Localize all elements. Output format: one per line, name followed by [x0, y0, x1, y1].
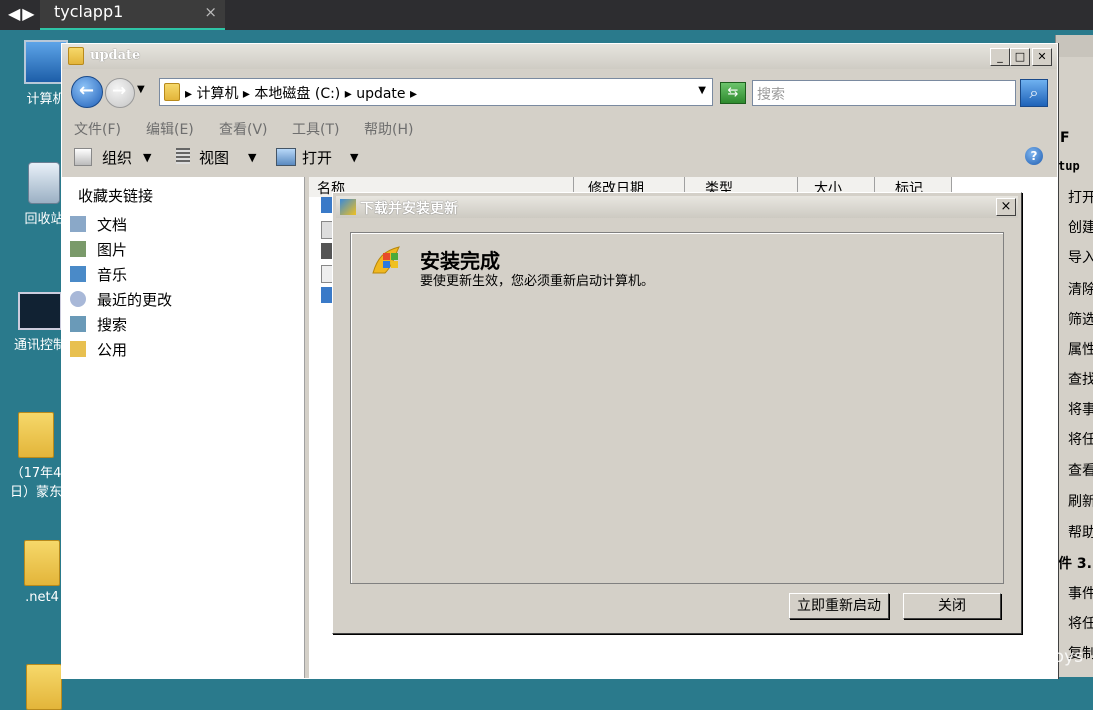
dialog-close-icon[interactable]: × [996, 198, 1016, 216]
tab-title: tyclapp1 [54, 2, 124, 21]
desktop-icon-label: .net4 [25, 590, 59, 605]
folder-icon [18, 412, 54, 458]
search-placeholder: 搜索 [757, 87, 785, 103]
menu-tools[interactable]: 工具(T) [292, 119, 339, 139]
background-window-titlebar [1056, 35, 1093, 57]
recent-changes-icon [70, 291, 86, 307]
tab-close-icon[interactable]: × [204, 3, 217, 21]
dialog-title: 下载并安装更新 [360, 201, 458, 217]
breadcrumb[interactable]: ▸ 计算机 ▸ 本地磁盘 (C:) ▸ update ▸ [185, 83, 417, 103]
close-button[interactable]: ✕ [1032, 48, 1052, 66]
refresh-icon[interactable]: ⇆ [720, 82, 746, 104]
monitor-icon [18, 292, 62, 330]
nav-item-public[interactable]: 公用 [97, 339, 127, 360]
bg-item: 件 3. [1058, 556, 1092, 572]
bg-item[interactable]: 刷新 [1068, 491, 1093, 511]
bg-item[interactable]: 属性 [1068, 339, 1093, 359]
back-button[interactable]: ← [71, 76, 103, 108]
help-icon[interactable]: ? [1025, 147, 1043, 165]
folder-icon [70, 341, 86, 357]
dialog-titlebar[interactable]: 下载并安装更新 × [336, 196, 1018, 218]
bg-item[interactable]: 清除 [1068, 279, 1093, 299]
pictures-icon [70, 241, 86, 257]
menu-edit[interactable]: 编辑(E) [146, 119, 194, 139]
favorites-heading: 收藏夹链接 [78, 187, 154, 205]
documents-icon [70, 216, 86, 232]
dialog-message: 要使更新生效，您必须重新启动计算机。 [420, 274, 655, 289]
bg-item: tup [1058, 159, 1080, 173]
watermark: CSDN @正在努力的boys [887, 647, 1083, 667]
open-icon [276, 148, 296, 166]
folder-icon [164, 83, 180, 101]
bg-item[interactable]: 将事 [1068, 399, 1093, 419]
arrow-left-icon: ← [79, 80, 95, 101]
nav-item-search[interactable]: 搜索 [97, 314, 127, 335]
bg-item[interactable]: 查看 [1068, 460, 1093, 480]
menu-file[interactable]: 文件(F) [74, 119, 121, 139]
recycle-bin-icon [28, 162, 60, 204]
navigation-pane: 收藏夹链接 文档 图片 音乐 最近的更改 搜索 公用 [62, 177, 305, 678]
menu-help[interactable]: 帮助(H) [364, 119, 413, 139]
bg-item[interactable]: 创建 [1068, 217, 1093, 237]
address-dropdown-icon[interactable]: ▼ [698, 85, 706, 96]
window-title: update [90, 48, 141, 63]
maximize-button[interactable]: □ [1010, 48, 1030, 66]
bg-item: F [1060, 130, 1070, 146]
desktop-icon-folder-mengdong[interactable]: （17年4 日）蒙东 [6, 412, 66, 500]
folder-icon[interactable] [26, 664, 62, 710]
search-icon [70, 316, 86, 332]
nav-item-documents[interactable]: 文档 [97, 214, 127, 235]
windows-update-icon [369, 243, 405, 279]
nav-arrows[interactable]: ◀▶ [8, 4, 37, 23]
desktop-icon-label: 计算机 [26, 92, 66, 107]
open-button[interactable]: 打开 [302, 147, 332, 168]
bg-item[interactable]: 打开 [1068, 187, 1093, 207]
open-dropdown-icon[interactable]: ▼ [350, 151, 358, 164]
desktop-icon-label: 通讯控制 [13, 338, 66, 353]
nav-item-recent[interactable]: 最近的更改 [97, 289, 172, 310]
windows-update-icon [340, 199, 356, 215]
address-bar[interactable]: ▸ 计算机 ▸ 本地磁盘 (C:) ▸ update ▸ ▼ [159, 78, 713, 106]
organize-button[interactable]: 组织 [102, 147, 132, 168]
search-input[interactable]: 搜索 [752, 80, 1016, 106]
desktop-icon-label: （17年4 [10, 466, 62, 481]
bg-item[interactable]: 将任 [1068, 613, 1093, 633]
nav-item-music[interactable]: 音乐 [97, 264, 127, 285]
music-icon [70, 266, 86, 282]
bg-item[interactable]: 筛选 [1068, 309, 1093, 329]
bg-item[interactable]: 查找 [1068, 369, 1093, 389]
organize-icon [74, 148, 92, 166]
history-dropdown-icon[interactable]: ▼ [137, 84, 145, 95]
bg-item[interactable]: 帮助 [1068, 522, 1093, 542]
desktop-icon-label: 回收站 [24, 212, 64, 227]
forward-button[interactable]: → [105, 78, 135, 108]
minimize-button[interactable]: _ [990, 48, 1010, 66]
views-icon [176, 148, 190, 164]
bg-item[interactable]: 将任 [1068, 429, 1093, 449]
explorer-titlebar[interactable]: update _ □ ✕ [62, 44, 1057, 69]
nav-item-pictures[interactable]: 图片 [97, 239, 127, 260]
menu-view[interactable]: 查看(V) [219, 119, 268, 139]
app-tab-bar: ◀▶ tyclapp1 × [0, 0, 1093, 30]
install-dialog: 下载并安装更新 × 安装完成 要使更新生效，您必须重新启动计算机。 立即重新启动… [332, 192, 1022, 634]
views-button[interactable]: 视图 [199, 147, 229, 168]
desktop-icon-label-2: 日）蒙东 [9, 485, 62, 500]
background-window: F tup 打开 创建 导入 清除 筛选 属性 查找 将事 将任 查看 刷新 帮… [1055, 35, 1093, 677]
organize-dropdown-icon[interactable]: ▼ [143, 151, 151, 164]
bg-item[interactable]: 导入 [1068, 247, 1093, 267]
folder-icon [24, 540, 60, 586]
folder-icon [68, 47, 84, 65]
bg-item[interactable]: 事件 [1068, 583, 1093, 603]
tab-tyclapp1[interactable]: tyclapp1 × [40, 0, 225, 30]
close-button[interactable]: 关闭 [903, 593, 1001, 619]
restart-now-button[interactable]: 立即重新启动 [789, 593, 889, 619]
views-dropdown-icon[interactable]: ▼ [248, 151, 256, 164]
search-icon[interactable]: ⌕ [1020, 79, 1048, 107]
arrow-right-icon: → [112, 81, 127, 101]
